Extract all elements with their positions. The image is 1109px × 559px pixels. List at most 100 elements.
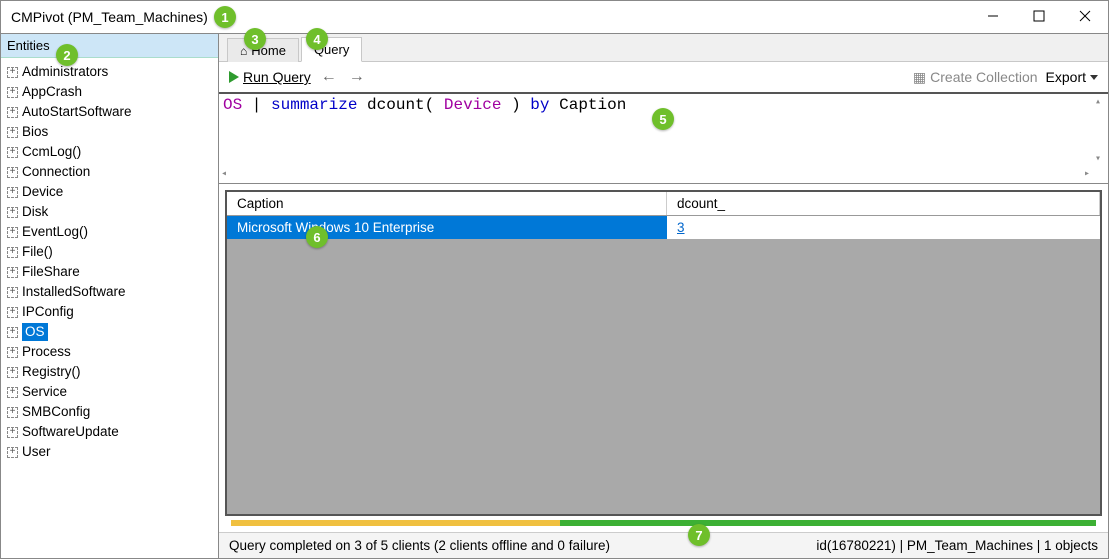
maximize-button[interactable] xyxy=(1016,1,1062,31)
callout-1: 1 xyxy=(214,6,236,28)
callout-4: 4 xyxy=(306,28,328,50)
entity-label: SoftwareUpdate xyxy=(22,423,119,441)
cell-dcount: 3 xyxy=(667,216,1100,239)
minimize-button[interactable] xyxy=(970,1,1016,31)
entity-label: EventLog() xyxy=(22,223,88,241)
nav-back-button[interactable]: ← xyxy=(319,68,339,86)
entity-label: InstalledSoftware xyxy=(22,283,126,301)
status-message: Query completed on 3 of 5 clients (2 cli… xyxy=(229,538,610,553)
entity-item[interactable]: +Administrators xyxy=(3,62,216,82)
entity-item[interactable]: + User xyxy=(3,442,216,462)
entity-label: AppCrash xyxy=(22,83,82,101)
entity-item[interactable]: + OS xyxy=(3,322,216,342)
entity-label: File() xyxy=(22,243,53,261)
column-caption[interactable]: Caption xyxy=(227,192,667,215)
column-dcount[interactable]: dcount_ xyxy=(667,192,1100,215)
expand-icon[interactable]: + xyxy=(7,147,18,158)
entities-sidebar: Entities +Administrators+AppCrash+AutoSt… xyxy=(1,34,219,558)
export-label: Export xyxy=(1046,69,1086,85)
entity-item[interactable]: + EventLog() xyxy=(3,222,216,242)
expand-icon[interactable]: + xyxy=(7,67,18,78)
entity-label: OS xyxy=(22,323,48,341)
entities-list: +Administrators+AppCrash+AutoStartSoftwa… xyxy=(1,58,218,466)
run-query-label: Run Query xyxy=(243,69,311,85)
entity-item[interactable]: + AutoStartSoftware xyxy=(3,102,216,122)
expand-icon[interactable]: + xyxy=(7,347,18,358)
callout-7: 7 xyxy=(688,524,710,546)
status-bar: Query completed on 3 of 5 clients (2 cli… xyxy=(219,532,1108,558)
expand-icon[interactable]: + xyxy=(7,167,18,178)
entity-item[interactable]: + InstalledSoftware xyxy=(3,282,216,302)
results-pane: Caption dcount_ Microsoft Windows 10 Ent… xyxy=(219,184,1108,532)
expand-icon[interactable]: + xyxy=(7,87,18,98)
progress-success xyxy=(560,520,1096,526)
entity-item[interactable]: +SMBConfig xyxy=(3,402,216,422)
editor-vscroll[interactable]: ▴▾ xyxy=(1090,96,1106,165)
expand-icon[interactable]: + xyxy=(7,447,18,458)
play-icon xyxy=(229,71,239,83)
entity-item[interactable]: + Device xyxy=(3,182,216,202)
title-bar: CMPivot (PM_Team_Machines) xyxy=(1,1,1108,33)
entity-label: AutoStartSoftware xyxy=(22,103,132,121)
entity-item[interactable]: + IPConfig xyxy=(3,302,216,322)
expand-icon[interactable]: + xyxy=(7,207,18,218)
results-grid: Caption dcount_ Microsoft Windows 10 Ent… xyxy=(225,190,1102,516)
entity-item[interactable]: + Bios xyxy=(3,122,216,142)
entities-header: Entities xyxy=(1,34,218,58)
chevron-down-icon xyxy=(1090,75,1098,80)
expand-icon[interactable]: + xyxy=(7,267,18,278)
grid-header: Caption dcount_ xyxy=(227,192,1100,216)
entity-label: Connection xyxy=(22,163,90,181)
expand-icon[interactable]: + xyxy=(7,187,18,198)
entity-label: Bios xyxy=(22,123,48,141)
entity-item[interactable]: + File() xyxy=(3,242,216,262)
entity-label: Device xyxy=(22,183,63,201)
entity-item[interactable]: + Disk xyxy=(3,202,216,222)
entity-label: CcmLog() xyxy=(22,143,81,161)
entity-label: FileShare xyxy=(22,263,80,281)
expand-icon[interactable]: + xyxy=(7,247,18,258)
status-info: id(16780221) | PM_Team_Machines | 1 obje… xyxy=(816,538,1098,553)
export-button[interactable]: Export xyxy=(1046,69,1098,85)
progress-offline xyxy=(231,520,560,526)
expand-icon[interactable]: + xyxy=(7,107,18,118)
editor-hscroll[interactable]: ◂▸ xyxy=(221,167,1090,181)
expand-icon[interactable]: + xyxy=(7,387,18,398)
expand-icon[interactable]: + xyxy=(7,307,18,318)
entity-item[interactable]: + Process xyxy=(3,342,216,362)
expand-icon[interactable]: + xyxy=(7,227,18,238)
nav-forward-button[interactable]: → xyxy=(347,68,367,86)
collection-icon: ▦ xyxy=(913,69,926,86)
expand-icon[interactable]: + xyxy=(7,407,18,418)
run-query-button[interactable]: Run Query xyxy=(229,69,311,85)
entity-label: IPConfig xyxy=(22,303,74,321)
expand-icon[interactable]: + xyxy=(7,327,18,338)
entity-item[interactable]: + Service xyxy=(3,382,216,402)
entity-item[interactable]: + Registry() xyxy=(3,362,216,382)
entity-item[interactable]: + Connection xyxy=(3,162,216,182)
entity-label: Service xyxy=(22,383,67,401)
progress-bar xyxy=(231,520,1096,526)
close-button[interactable] xyxy=(1062,1,1108,31)
expand-icon[interactable]: + xyxy=(7,127,18,138)
callout-6: 6 xyxy=(306,226,328,248)
table-row[interactable]: Microsoft Windows 10 Enterprise 3 xyxy=(227,216,1100,239)
dcount-link[interactable]: 3 xyxy=(677,220,685,235)
query-toolbar: Run Query ← → ▦ Create Collection Export xyxy=(219,62,1108,94)
tab-strip: ⌂ Home Query xyxy=(219,34,1108,62)
callout-3: 3 xyxy=(244,28,266,50)
entity-label: User xyxy=(22,443,51,461)
create-collection-button[interactable]: ▦ Create Collection xyxy=(913,69,1038,86)
expand-icon[interactable]: + xyxy=(7,427,18,438)
entity-label: Process xyxy=(22,343,71,361)
entity-label: Disk xyxy=(22,203,48,221)
entity-item[interactable]: + FileShare xyxy=(3,262,216,282)
entity-item[interactable]: + AppCrash xyxy=(3,82,216,102)
entity-label: Registry() xyxy=(22,363,81,381)
entity-item[interactable]: + SoftwareUpdate xyxy=(3,422,216,442)
entity-item[interactable]: + CcmLog() xyxy=(3,142,216,162)
callout-5: 5 xyxy=(652,108,674,130)
expand-icon[interactable]: + xyxy=(7,367,18,378)
callout-2: 2 xyxy=(56,44,78,66)
expand-icon[interactable]: + xyxy=(7,287,18,298)
